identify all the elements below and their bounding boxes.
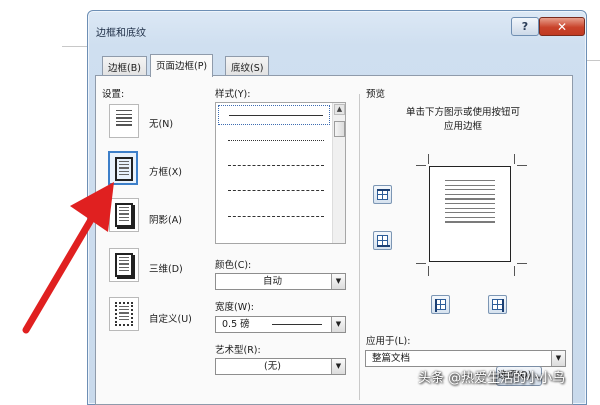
close-icon: ✕ — [556, 19, 568, 34]
crop-mark — [517, 165, 527, 166]
background-rule — [62, 46, 90, 47]
bottom-border-button[interactable] — [373, 231, 392, 250]
page-border-panel: 设置: 无(N) 方框(X) 阴影(A) 三维(D) 自定义(U) 样式(Y):… — [95, 75, 573, 405]
setting-box-option[interactable] — [108, 151, 138, 185]
left-border-button[interactable] — [431, 295, 450, 314]
setting-box-label[interactable]: 方框(X) — [149, 164, 182, 178]
tab-page-border[interactable]: 页面边框(P) — [150, 54, 214, 77]
apply-to-heading: 应用于(L): — [366, 336, 411, 347]
crop-mark — [514, 154, 515, 164]
color-select[interactable]: 自动 ▼ — [215, 273, 346, 290]
borders-and-shading-dialog: 边框和底纹 ? ✕ 边框(B) 页面边框(P) 底纹(S) 设置: 无(N) 方… — [87, 10, 587, 405]
style-option-dashed-small[interactable] — [218, 156, 330, 176]
setting-shadow-label[interactable]: 阴影(A) — [149, 212, 182, 226]
style-listbox[interactable]: ▲ — [215, 102, 346, 244]
preview-page[interactable] — [429, 166, 511, 262]
width-line-sample — [272, 324, 322, 325]
preview-text-lines — [445, 180, 495, 226]
chevron-down-icon[interactable]: ▼ — [331, 317, 345, 332]
column-divider — [359, 94, 360, 400]
setting-3d-option[interactable] — [109, 248, 139, 282]
setting-custom-option[interactable] — [109, 297, 139, 331]
help-button[interactable]: ? — [511, 17, 539, 36]
preview-heading: 预览 — [366, 89, 386, 100]
crop-mark — [514, 266, 515, 276]
3d-border-page-icon — [115, 253, 133, 277]
crop-mark — [517, 263, 527, 264]
style-scrollbar[interactable]: ▲ — [332, 103, 345, 243]
style-option-dashed[interactable] — [218, 181, 330, 201]
tab-shading[interactable]: 底纹(S) — [225, 56, 270, 75]
crop-mark — [416, 165, 426, 166]
close-button[interactable]: ✕ — [539, 17, 585, 36]
art-value: (无) — [264, 361, 281, 372]
box-border-page-icon — [115, 157, 133, 181]
setting-none-label[interactable]: 无(N) — [149, 116, 173, 130]
setting-custom-label[interactable]: 自定义(U) — [149, 311, 192, 325]
watermark-text: 头条 @热爱生活的小小鸟 — [418, 371, 566, 386]
width-heading: 宽度(W): — [215, 302, 255, 313]
crop-mark — [428, 266, 429, 276]
apply-to-value: 整篇文档 — [372, 353, 411, 364]
setting-3d-label[interactable]: 三维(D) — [149, 261, 183, 275]
crop-mark — [428, 154, 429, 164]
width-value: 0.5 磅 — [222, 319, 250, 330]
chevron-down-icon[interactable]: ▼ — [331, 274, 345, 289]
style-heading: 样式(Y): — [215, 89, 251, 100]
settings-heading: 设置: — [102, 89, 125, 100]
dialog-title: 边框和底纹 — [96, 28, 146, 39]
setting-shadow-option[interactable] — [109, 198, 139, 232]
chevron-down-icon[interactable]: ▼ — [551, 351, 565, 366]
no-border-page-icon — [116, 110, 132, 132]
shadow-border-page-icon — [115, 203, 133, 227]
right-border-button[interactable] — [488, 295, 507, 314]
style-option-dash-dot[interactable] — [218, 207, 330, 227]
top-border-button[interactable] — [373, 185, 392, 204]
preview-hint: 单击下方图示或使用按钮可 应用边框 — [405, 107, 520, 132]
art-heading: 艺术型(R): — [215, 345, 261, 356]
crop-mark — [416, 263, 426, 264]
scroll-up-icon[interactable]: ▲ — [334, 104, 345, 115]
style-option-dotted[interactable] — [218, 131, 330, 151]
color-value: 自动 — [262, 276, 282, 287]
width-select[interactable]: 0.5 磅 ▼ — [215, 316, 346, 333]
setting-none-option[interactable] — [109, 104, 139, 138]
apply-to-select[interactable]: 整篇文档 ▼ — [365, 350, 566, 367]
style-option-solid[interactable] — [218, 105, 330, 125]
color-heading: 颜色(C): — [215, 260, 252, 271]
art-select[interactable]: (无) ▼ — [215, 358, 346, 375]
scroll-thumb[interactable] — [334, 121, 345, 137]
chevron-down-icon[interactable]: ▼ — [331, 359, 345, 374]
custom-border-page-icon — [115, 302, 133, 326]
tab-borders[interactable]: 边框(B) — [102, 56, 147, 75]
